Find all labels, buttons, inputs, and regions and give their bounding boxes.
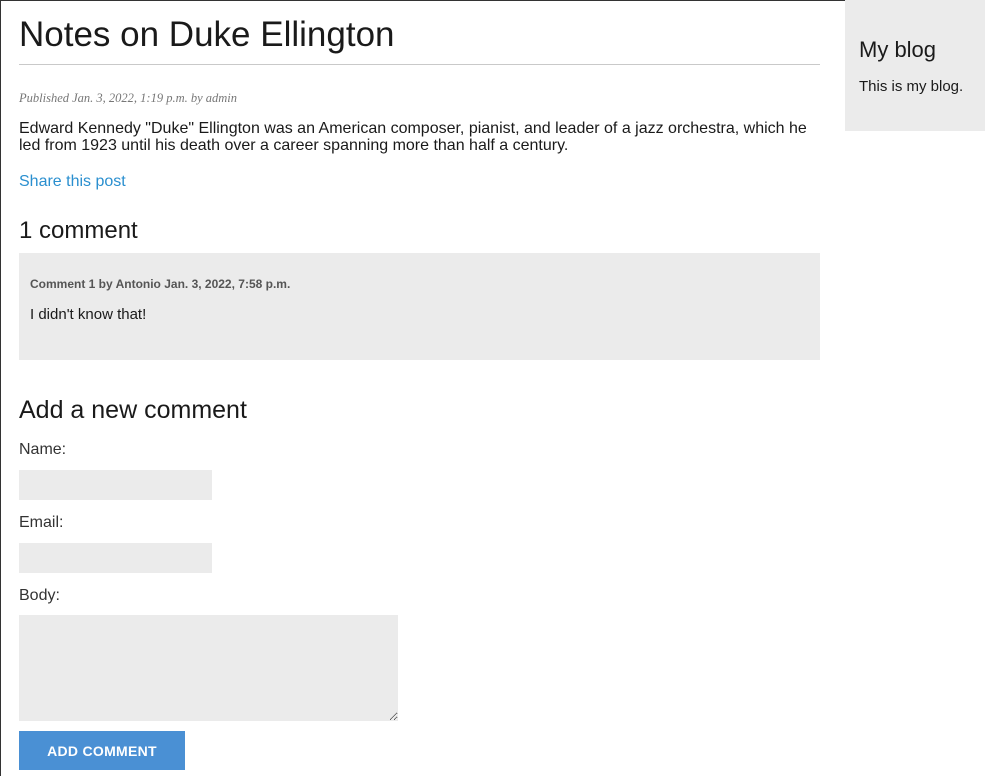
comment-info: Comment 1 by Antonio Jan. 3, 2022, 7:58 … <box>30 277 291 291</box>
add-comment-button[interactable]: ADD COMMENT <box>19 731 185 770</box>
body-label: Body: <box>19 587 60 604</box>
comment-item: Comment 1 by Antonio Jan. 3, 2022, 7:58 … <box>19 253 820 360</box>
comment-text: I didn't know that! <box>30 306 147 323</box>
email-label: Email: <box>19 514 64 531</box>
comments-heading: 1 comment <box>19 217 138 244</box>
main-content: Notes on Duke Ellington Published Jan. 3… <box>19 0 820 770</box>
comment-form: Name: Email: Body: ADD COMMENT <box>19 441 820 770</box>
post-body: Edward Kennedy "Duke" Ellington was an A… <box>19 120 807 154</box>
comment-form-heading: Add a new comment <box>19 396 247 424</box>
page-title: Notes on Duke Ellington <box>19 0 820 65</box>
name-label: Name: <box>19 441 67 458</box>
sidebar: My blog This is my blog. <box>845 0 985 131</box>
post-meta: Published Jan. 3, 2022, 1:19 p.m. by adm… <box>19 91 238 105</box>
body-textarea[interactable] <box>19 615 398 721</box>
sidebar-text: This is my blog. <box>859 78 964 95</box>
sidebar-title: My blog <box>859 37 937 62</box>
name-input[interactable] <box>19 470 212 500</box>
share-post-link[interactable]: Share this post <box>19 173 126 191</box>
email-input[interactable] <box>19 543 212 573</box>
